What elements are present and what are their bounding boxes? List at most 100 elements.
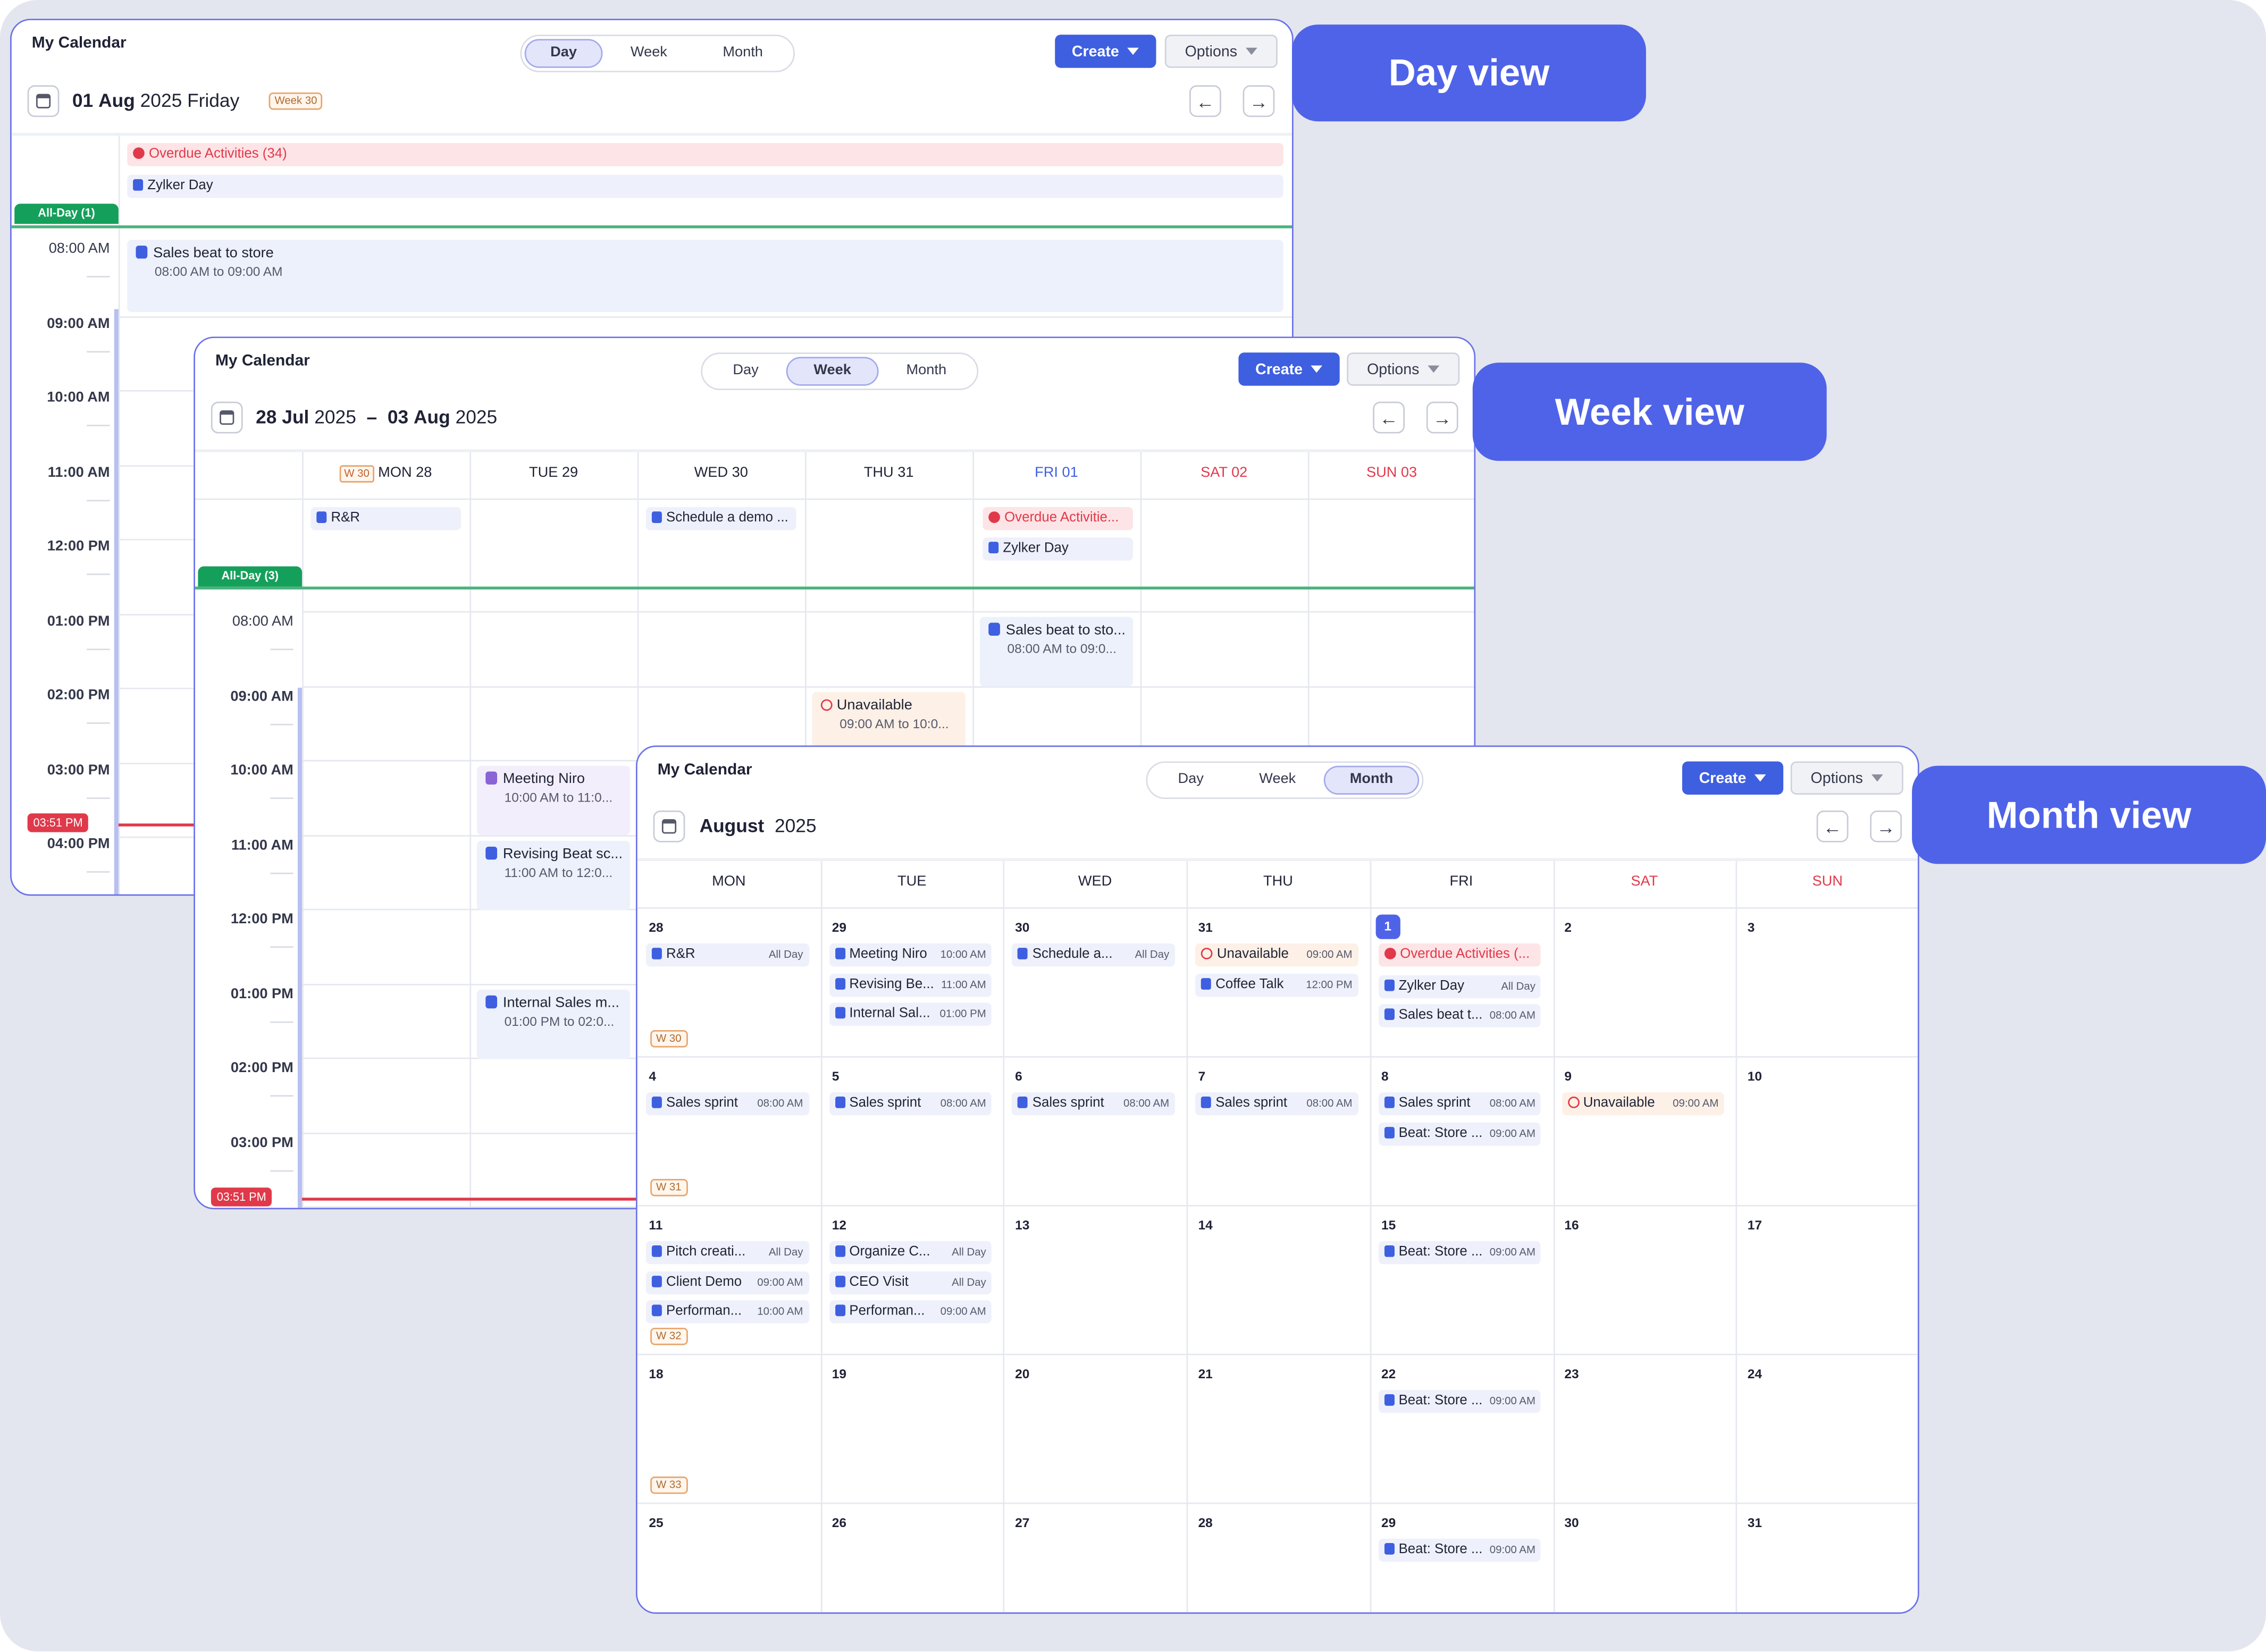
day-number[interactable]: 11 bbox=[649, 1218, 662, 1232]
day-number[interactable]: 2 bbox=[1564, 920, 1572, 934]
day-number[interactable]: 28 bbox=[649, 920, 663, 934]
day-number[interactable]: 21 bbox=[1198, 1367, 1213, 1381]
day-number[interactable]: 23 bbox=[1564, 1367, 1579, 1381]
create-button[interactable]: Create bbox=[1055, 35, 1156, 68]
day-number[interactable]: 20 bbox=[1015, 1367, 1029, 1381]
day-number[interactable]: 29 bbox=[1381, 1515, 1396, 1530]
next-button[interactable]: → bbox=[1426, 401, 1458, 434]
event-internal-sales[interactable]: Internal Sales m... 01:00 PM to 02:0... bbox=[476, 989, 631, 1059]
event-sales-beat[interactable]: Sales beat to sto... 08:00 AM to 09:0... bbox=[979, 617, 1134, 687]
month-event-title: CEO Visit bbox=[849, 1274, 909, 1289]
month-event[interactable]: Client Demo 09:00 AM bbox=[645, 1270, 809, 1294]
calendar-icon[interactable] bbox=[27, 85, 60, 117]
month-event[interactable]: Beat: Store ... 09:00 AM bbox=[1378, 1538, 1541, 1562]
allday-toggle[interactable]: All-Day (3) bbox=[198, 566, 303, 587]
day-number[interactable]: 14 bbox=[1198, 1218, 1213, 1232]
day-number[interactable]: 6 bbox=[1015, 1069, 1022, 1083]
month-event[interactable]: Coffee Talk 12:00 PM bbox=[1195, 973, 1358, 997]
options-button[interactable]: Options bbox=[1790, 761, 1903, 795]
day-number[interactable]: 7 bbox=[1198, 1069, 1206, 1083]
options-button[interactable]: Options bbox=[1347, 352, 1460, 386]
month-event[interactable]: Sales beat t... 08:00 AM bbox=[1378, 1004, 1541, 1027]
prev-button[interactable]: ← bbox=[1816, 810, 1849, 842]
day-number[interactable]: 30 bbox=[1564, 1515, 1579, 1530]
day-number[interactable]: 29 bbox=[832, 920, 846, 934]
month-event[interactable]: Pitch creati... All Day bbox=[645, 1241, 809, 1265]
month-event[interactable]: Performan... 10:00 AM bbox=[645, 1300, 809, 1324]
tab-month[interactable]: Month bbox=[879, 357, 974, 385]
event-revising-beat[interactable]: Revising Beat sc... 11:00 AM to 12:0... bbox=[476, 840, 631, 911]
event-sales-beat[interactable]: Sales beat to store 08:00 AM to 09:00 AM bbox=[127, 240, 1283, 313]
overdue-activities[interactable]: Overdue Activities (34) bbox=[127, 143, 1283, 166]
month-event[interactable]: Performan... 09:00 AM bbox=[829, 1300, 992, 1324]
create-button[interactable]: Create bbox=[1682, 761, 1784, 795]
allday-toggle[interactable]: All-Day (1) bbox=[14, 204, 119, 224]
day-number[interactable]: 4 bbox=[649, 1069, 656, 1083]
prev-button[interactable]: ← bbox=[1373, 401, 1405, 434]
day-number[interactable]: 30 bbox=[1015, 920, 1029, 934]
allday-event-fri[interactable]: Zylker Day bbox=[983, 537, 1134, 561]
day-number[interactable]: 16 bbox=[1564, 1218, 1579, 1232]
day-number[interactable]: 25 bbox=[649, 1515, 663, 1530]
day-number[interactable]: 8 bbox=[1381, 1069, 1389, 1083]
next-button[interactable]: → bbox=[1243, 85, 1275, 117]
month-event[interactable]: Sales sprint 08:00 AM bbox=[645, 1092, 809, 1116]
day-number[interactable]: 19 bbox=[832, 1367, 846, 1381]
allday-event[interactable]: Zylker Day bbox=[127, 174, 1283, 198]
day-number[interactable]: 28 bbox=[1198, 1515, 1213, 1530]
tab-month[interactable]: Month bbox=[1323, 765, 1420, 795]
allday-event-mon[interactable]: R&R bbox=[310, 507, 461, 530]
tab-week[interactable]: Week bbox=[786, 357, 879, 386]
month-event[interactable]: Overdue Activities (... bbox=[1378, 943, 1541, 967]
month-event[interactable]: Zylker Day All Day bbox=[1378, 974, 1541, 998]
day-number[interactable]: 15 bbox=[1381, 1218, 1396, 1232]
month-event[interactable]: Revising Be... 11:00 AM bbox=[829, 973, 992, 997]
today-marker[interactable]: 1 bbox=[1375, 914, 1400, 939]
day-number[interactable]: 22 bbox=[1381, 1367, 1396, 1381]
day-number[interactable]: 27 bbox=[1015, 1515, 1029, 1530]
month-event[interactable]: Unavailable 09:00 AM bbox=[1561, 1092, 1725, 1116]
day-number[interactable]: 10 bbox=[1748, 1069, 1762, 1083]
month-event[interactable]: Schedule a... All Day bbox=[1012, 943, 1176, 967]
tab-day[interactable]: Day bbox=[705, 357, 786, 385]
event-unavailable[interactable]: Unavailable 09:00 AM to 10:0... bbox=[812, 692, 966, 750]
day-number[interactable]: 31 bbox=[1748, 1515, 1762, 1530]
calendar-icon[interactable] bbox=[653, 810, 685, 842]
calendar-icon[interactable] bbox=[211, 401, 243, 434]
month-event[interactable]: CEO Visit All Day bbox=[829, 1270, 992, 1294]
next-button[interactable]: → bbox=[1870, 810, 1902, 842]
event-meeting-niro[interactable]: Meeting Niro 10:00 AM to 11:0... bbox=[476, 765, 631, 836]
day-number[interactable]: 17 bbox=[1748, 1218, 1762, 1232]
day-number[interactable]: 13 bbox=[1015, 1218, 1029, 1232]
day-number[interactable]: 18 bbox=[649, 1367, 663, 1381]
month-event[interactable]: R&R All Day bbox=[645, 943, 809, 967]
tab-day[interactable]: Day bbox=[1151, 766, 1231, 795]
tab-week[interactable]: Week bbox=[602, 39, 695, 68]
month-event[interactable]: Internal Sal... 01:00 PM bbox=[829, 1002, 992, 1026]
create-button[interactable]: Create bbox=[1238, 352, 1340, 386]
day-number[interactable]: 24 bbox=[1748, 1367, 1762, 1381]
tab-day[interactable]: Day bbox=[524, 39, 603, 68]
month-event[interactable]: Beat: Store ... 09:00 AM bbox=[1378, 1389, 1541, 1413]
month-event[interactable]: Sales sprint 08:00 AM bbox=[1195, 1092, 1358, 1116]
tab-week[interactable]: Week bbox=[1231, 766, 1324, 795]
month-event[interactable]: Sales sprint 08:00 AM bbox=[1012, 1092, 1176, 1116]
month-event[interactable]: Unavailable 09:00 AM bbox=[1195, 943, 1358, 967]
month-event[interactable]: Meeting Niro 10:00 AM bbox=[829, 943, 992, 967]
day-number[interactable]: 26 bbox=[832, 1515, 846, 1530]
prev-button[interactable]: ← bbox=[1189, 85, 1221, 117]
day-number[interactable]: 5 bbox=[832, 1069, 840, 1083]
overdue-activities[interactable]: Overdue Activitie... bbox=[983, 507, 1134, 530]
month-event[interactable]: Sales sprint 08:00 AM bbox=[1378, 1092, 1541, 1116]
month-event[interactable]: Organize C... All Day bbox=[829, 1241, 992, 1265]
tab-month[interactable]: Month bbox=[695, 39, 790, 68]
day-number[interactable]: 9 bbox=[1564, 1069, 1572, 1083]
month-event[interactable]: Beat: Store ... 09:00 AM bbox=[1378, 1122, 1541, 1145]
options-button[interactable]: Options bbox=[1164, 35, 1278, 68]
day-number[interactable]: 31 bbox=[1198, 920, 1213, 934]
month-event[interactable]: Beat: Store ... 09:00 AM bbox=[1378, 1241, 1541, 1265]
allday-event-wed[interactable]: Schedule a demo ... bbox=[645, 507, 796, 530]
month-event[interactable]: Sales sprint 08:00 AM bbox=[829, 1092, 992, 1116]
day-number[interactable]: 3 bbox=[1748, 920, 1755, 934]
day-number[interactable]: 12 bbox=[832, 1218, 846, 1232]
